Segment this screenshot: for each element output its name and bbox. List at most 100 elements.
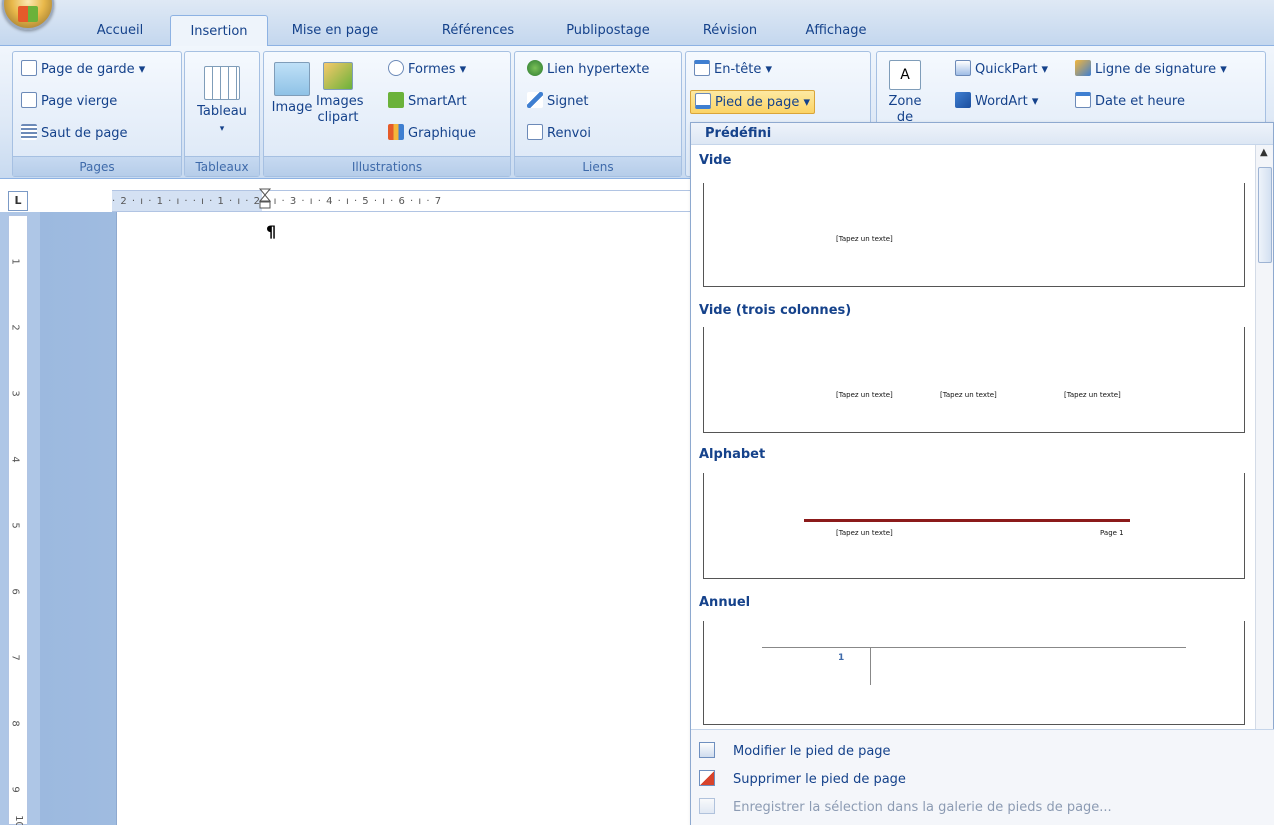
vertical-ruler[interactable]: 1 2 3 4 5 6 7 8 9 10 [8, 215, 28, 825]
page-de-garde-label: Page de garde ▾ [41, 62, 146, 77]
saut-de-page-button[interactable]: Saut de page [21, 122, 128, 146]
office-button[interactable] [2, 0, 54, 30]
gallery-scrollbar[interactable]: ▲ ▼ [1255, 145, 1273, 745]
gallery-section-title: Vide (trois colonnes) [699, 303, 852, 318]
clipart-label: clipart [317, 110, 359, 125]
page-de-garde-button[interactable]: Page de garde ▾ [21, 58, 145, 82]
graphique-button[interactable]: Graphique [388, 122, 476, 146]
page-vierge-label: Page vierge [41, 94, 118, 109]
signet-label: Signet [547, 94, 589, 109]
date-et-heure-button[interactable]: Date et heure [1075, 90, 1185, 114]
gallery-scroll-area: Vide [Tapez un texte] Vide (trois colonn… [691, 145, 1257, 745]
gallery-section-title: Annuel [699, 595, 751, 610]
en-tete-label: En-tête ▾ [714, 62, 772, 77]
vruler-tick: 1 [9, 258, 21, 265]
group-label-pages: Pages [13, 156, 181, 176]
vruler-tick: 2 [9, 324, 21, 331]
ligne-de-signature-label: Ligne de signature ▾ [1095, 62, 1227, 77]
action-label: Supprimer le pied de page [733, 772, 906, 787]
group-label-illustrations: Illustrations [264, 156, 510, 176]
smartart-label: SmartArt [408, 94, 467, 109]
graphique-label: Graphique [408, 126, 476, 141]
page-break-icon [21, 124, 37, 140]
page-vierge-button[interactable]: Page vierge [21, 90, 117, 114]
ruler-ticks: · 2 · ı · 1 · ı · · ı · 1 · ı · 2 · ı · … [112, 196, 443, 207]
picture-icon [274, 62, 310, 96]
quickpart-button[interactable]: QuickPart ▾ [955, 58, 1048, 82]
vruler-tick: 6 [9, 588, 21, 595]
scroll-up-icon[interactable]: ▲ [1260, 147, 1268, 158]
date-time-icon [1075, 92, 1091, 108]
header-icon [694, 60, 710, 76]
tab-affichage[interactable]: Affichage [796, 15, 876, 46]
gallery-item-alphabet[interactable]: [Tapez un texte] Page 1 [703, 473, 1245, 579]
vruler-tick: 8 [9, 720, 21, 727]
shapes-icon [388, 60, 404, 76]
document-page[interactable] [116, 212, 690, 825]
pied-de-page-button[interactable]: Pied de page ▾ [690, 90, 816, 114]
gallery-item-vide[interactable]: [Tapez un texte] [703, 183, 1245, 287]
tab-references[interactable]: Références [428, 15, 528, 46]
scroll-thumb[interactable] [1258, 167, 1272, 263]
annuel-rule [762, 647, 1186, 648]
renvoi-button[interactable]: Renvoi [527, 122, 591, 146]
cover-page-icon [21, 60, 37, 76]
quickpart-icon [955, 60, 971, 76]
en-tete-button[interactable]: En-tête ▾ [694, 58, 772, 82]
signet-button[interactable]: Signet [527, 90, 588, 114]
tab-accueil[interactable]: Accueil [80, 15, 160, 46]
smartart-button[interactable]: SmartArt [388, 90, 467, 114]
tab-mise-en-page[interactable]: Mise en page [280, 15, 390, 46]
zone-de-texte-button[interactable]: A Zone de [883, 60, 927, 126]
vruler-tick: 9 [9, 786, 21, 793]
preview-text: [Tapez un texte] [836, 529, 893, 537]
ribbon-tab-bar: Accueil Insertion Mise en page Référence… [0, 0, 1274, 48]
office-logo-icon [18, 6, 38, 22]
images-clipart-button[interactable]: Images clipart [316, 62, 364, 126]
group-illustrations: Image Images clipart Formes ▾ SmartArt Gr… [263, 51, 511, 177]
preview-text: [Tapez un texte] [940, 391, 997, 399]
lien-hypertexte-button[interactable]: Lien hypertexte [527, 58, 649, 82]
delete-footer-icon [699, 770, 715, 786]
horizontal-ruler[interactable]: · 2 · ı · 1 · ı · · ı · 1 · ı · 2 · ı · … [112, 190, 690, 212]
preview-text: Page 1 [1100, 529, 1124, 537]
vruler-tick: 7 [9, 654, 21, 661]
indent-marker-icon[interactable] [259, 187, 271, 215]
alphabet-rule [804, 519, 1130, 522]
modifier-pied-de-page-item[interactable]: Modifier le pied de page [699, 740, 891, 764]
gallery-item-vide-trois-colonnes[interactable]: [Tapez un texte] [Tapez un texte] [Tapez… [703, 327, 1245, 433]
gallery-header: Prédéfini [691, 123, 1273, 145]
preview-text: [Tapez un texte] [1064, 391, 1121, 399]
text-box-icon: A [889, 60, 921, 90]
wordart-button[interactable]: WordArt ▾ [955, 90, 1038, 114]
chart-icon [388, 124, 404, 140]
smartart-icon [388, 92, 404, 108]
vruler-tick: 3 [9, 390, 21, 397]
table-icon [204, 66, 240, 100]
formes-button[interactable]: Formes ▾ [388, 58, 466, 82]
tab-insertion[interactable]: Insertion [170, 15, 268, 48]
tab-selector[interactable]: L [8, 191, 28, 211]
clipart-icon [323, 62, 353, 90]
tab-revision[interactable]: Révision [690, 15, 770, 46]
pied-de-page-label: Pied de page ▾ [715, 95, 811, 110]
saut-de-page-label: Saut de page [41, 126, 128, 141]
lien-hypertexte-label: Lien hypertexte [547, 62, 650, 77]
date-et-heure-label: Date et heure [1095, 94, 1185, 109]
tableau-button[interactable]: Tableau ▾ [193, 66, 251, 137]
image-button[interactable]: Image [270, 62, 314, 116]
group-tableaux: Tableau ▾ Tableaux [184, 51, 260, 177]
enregistrer-selection-item: Enregistrer la sélection dans la galerie… [699, 796, 1112, 820]
formes-label: Formes ▾ [408, 62, 467, 77]
edit-footer-icon [699, 742, 715, 758]
ligne-de-signature-button[interactable]: Ligne de signature ▾ [1075, 58, 1227, 82]
image-label: Image [271, 100, 313, 115]
vruler-tick: 5 [9, 522, 21, 529]
group-pages: Page de garde ▾ Page vierge Saut de page… [12, 51, 182, 177]
supprimer-pied-de-page-item[interactable]: Supprimer le pied de page [699, 768, 906, 792]
vruler-tick: 4 [9, 456, 21, 463]
group-label-tableaux: Tableaux [185, 156, 259, 176]
tab-publipostage[interactable]: Publipostage [548, 15, 668, 46]
gallery-item-annuel[interactable]: 1 [703, 621, 1245, 725]
save-selection-icon [699, 798, 715, 814]
